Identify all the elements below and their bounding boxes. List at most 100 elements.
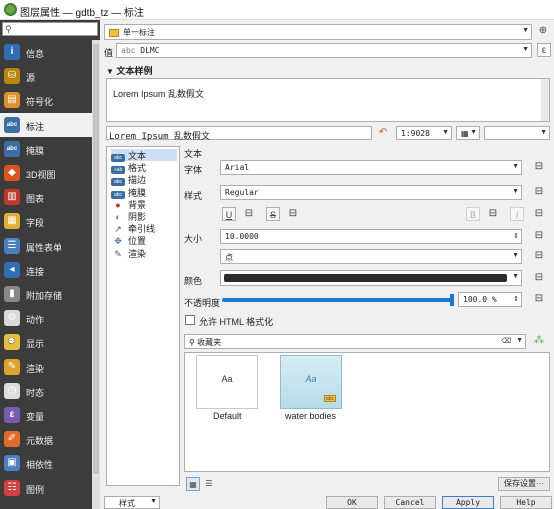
subtab[interactable]: abc 文本 [111,149,177,162]
sidebar-item[interactable]: ⚙ 动作 [0,306,92,330]
chevron-down-icon: ▼ [540,129,547,136]
data-defined-override-icon[interactable]: ⊟ [286,207,300,221]
expression-icon[interactable]: ε [537,43,551,57]
data-defined-override-icon[interactable]: ⊟ [532,160,546,174]
sidebar-item[interactable]: ⛁ 源 [0,64,92,88]
scale-select[interactable]: 1:9028 ▼ [396,126,452,140]
sidebar-item[interactable]: 💬 显示 [0,330,92,354]
italic-icon[interactable]: I [510,207,524,221]
sidebar-item[interactable]: ▣ 相依性 [0,451,92,475]
sidebar-item[interactable]: ◆ 3D视图 [0,161,92,185]
labels-mode-select[interactable]: 单一标注 ▼ [104,24,532,40]
chevron-down-icon: ▼ [512,163,519,170]
collapse-triangle-icon[interactable]: ▼ [106,67,114,76]
fields-icon: ▦ [4,213,20,230]
reset-sample-icon[interactable]: ↶ [376,126,390,140]
color-button[interactable]: ▼ [220,270,522,286]
sidebar-item[interactable]: ☰ 属性表单 [0,234,92,258]
qgis-logo-icon [4,3,17,16]
sidebar-scrollbar[interactable] [92,40,100,509]
chevron-down-icon: ▼ [512,188,519,195]
sidebar-item[interactable]: ▥ 图表 [0,185,92,209]
subtab[interactable]: ↗ 牵引线 [111,222,155,234]
subtab[interactable]: ✥ 位置 [111,234,146,246]
sidebar-item[interactable]: abc 掩膜 [0,137,92,161]
sidebar-item-label: 3D视图 [26,170,56,180]
opacity-slider-handle[interactable] [450,294,454,306]
value-field-select[interactable]: abc DLMC ▼ [116,43,532,58]
favorites-search-input[interactable]: ⚲ 收藏夹 ⌫ ▼ [184,334,526,349]
size-spinbox[interactable]: 10.0000 ⇕ [220,229,522,244]
html-checkbox[interactable] [185,315,195,325]
text-sample-header: ▼ 文本样例 [106,64,152,77]
background-color-select[interactable]: ▼ [484,126,550,140]
font-select[interactable]: Arial ▼ [220,160,522,175]
size-unit-select[interactable]: 点 ▼ [220,249,522,264]
style-list: Aa Default Aa abc water bodies [184,352,550,472]
sample-text-input[interactable]: Lorem Ipsum 乱数假文 [106,126,372,142]
underline-icon[interactable]: U [222,207,236,221]
spin-arrows-icon[interactable]: ⇕ [513,232,519,240]
subtab[interactable]: abc 掩膜 [111,186,146,199]
subtab[interactable]: ◐ 阴影 [111,210,146,222]
map-canvas-icon: ▦ [461,129,469,138]
background-select[interactable]: ▦ ▼ [456,126,480,140]
sidebar-item[interactable]: ✎ 渲染 [0,355,92,379]
style-card-water-bodies[interactable]: Aa abc [280,355,342,409]
style-preview: Aa [221,374,233,384]
sidebar-item[interactable]: ▮ 附加存储 [0,282,92,306]
shadow-icon: ◐ [115,212,121,222]
apply-button[interactable]: Apply [442,496,494,509]
strikeout-icon[interactable]: S [266,207,280,221]
data-defined-override-icon[interactable]: ⊟ [486,207,500,221]
opacity-spinbox[interactable]: 100.0 % ⇕ [458,292,522,307]
symbology-icon: ▤ [4,92,20,109]
bold-icon[interactable]: B [466,207,480,221]
sidebar-item[interactable]: abc 标注 [0,112,92,137]
sidebar-item[interactable]: i 信息 [0,40,92,64]
style-manager-icon[interactable]: ⁂ [532,334,546,348]
sidebar-item[interactable]: ε 变量 [0,403,92,427]
subtab[interactable]: abc 描边 [111,173,146,187]
help-button[interactable]: Help [500,496,552,509]
sidebar-item[interactable]: ☷ 图例 [0,476,92,500]
style-card-default[interactable]: Aa [196,355,258,409]
style-menu-button[interactable]: 样式 ▼ [104,496,160,509]
variables-icon: ε [4,407,20,423]
sidebar-search-input[interactable]: ⚲ [2,22,98,36]
subtab[interactable]: ● 背景 [111,198,146,210]
data-defined-override-icon[interactable]: ⊟ [532,271,546,285]
sidebar-item[interactable]: ▤ 符号化 [0,88,92,112]
opacity-slider-track[interactable] [222,298,454,302]
search-icon: ⚲ [5,24,12,34]
icon-view-icon[interactable]: ▦ [186,477,200,491]
clear-search-icon[interactable]: ⌫ [501,337,511,345]
data-defined-override-icon[interactable]: ⊟ [532,185,546,199]
cancel-button[interactable]: Cancel [384,496,436,509]
subtab[interactable]: ✎ 渲染 [111,247,146,259]
label-settings-tabs: abc 文本 +ab 格式 abc 描边 abc 掩膜 ● 背景 ◐ 阴影 ↗ 牵引线 ✥ 位置 ✎ 渲染 [106,146,180,486]
data-defined-override-icon[interactable]: ⊟ [532,292,546,306]
list-view-icon[interactable]: ☰ [202,477,216,491]
data-defined-override-icon[interactable]: ⊟ [532,249,546,263]
data-defined-override-icon[interactable]: ⊟ [242,207,256,221]
sidebar-item-label: 符号化 [26,97,54,108]
data-defined-override-icon[interactable]: ⊟ [532,207,546,221]
style-preview: Aa [305,374,317,384]
sidebar-item[interactable]: ✐ 元数据 [0,427,92,451]
sidebar-item[interactable]: ▦ 字段 [0,209,92,233]
style-select[interactable]: Regular ▼ [220,185,522,200]
data-defined-override-icon[interactable]: ⊟ [532,229,546,243]
save-style-button[interactable]: 保存设置··· [498,477,550,491]
mask-icon: abc [4,140,20,157]
spin-arrows-icon[interactable]: ⇕ [513,295,519,303]
sidebar-item[interactable]: ◷ 时态 [0,379,92,403]
value-field-value: DLMC [140,46,160,55]
display-icon: 💬 [4,334,20,351]
ok-button[interactable]: OK [326,496,378,509]
subtab[interactable]: +ab 格式 [111,161,146,175]
sidebar-item-label: 掩膜 [26,145,45,156]
font-label: 字体 [184,165,203,175]
paste-style-icon[interactable]: ⊕ [536,24,550,38]
sidebar-item[interactable]: ◂ 连接 [0,258,92,282]
